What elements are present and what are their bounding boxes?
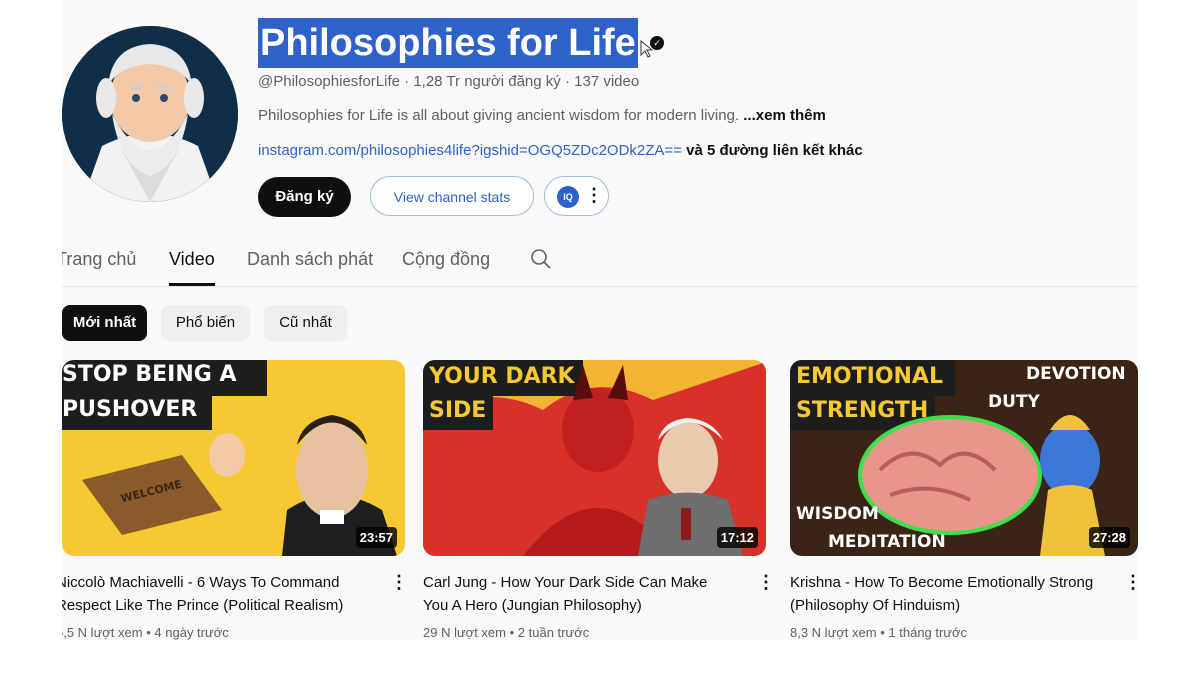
- channel-title[interactable]: Philosophies for Life: [258, 18, 638, 68]
- more-vert-icon[interactable]: ⋮: [1124, 572, 1138, 593]
- thumbnail-headline-line-2: PUSHOVER: [62, 397, 198, 422]
- description-text: Philosophies for Life is all about givin…: [258, 107, 740, 124]
- channel-tabs: Trang chủ Video Danh sách phát Cộng đồng: [62, 246, 1138, 287]
- thumbnail-headline-line-2: STRENGTH: [796, 398, 929, 423]
- video-duration: 23:57: [355, 527, 397, 548]
- video-duration: 27:28: [1088, 527, 1130, 548]
- video-age: 1 tháng trước: [888, 625, 968, 640]
- more-links[interactable]: và 5 đường liên kết khác: [686, 142, 863, 159]
- view-channel-stats-button[interactable]: View channel stats: [370, 176, 534, 216]
- meta-dot: •: [146, 625, 151, 640]
- dark-side-thumbnail-art: [423, 360, 766, 556]
- thumbnail-headline-line-1: YOUR DARK: [429, 364, 575, 389]
- more-vert-icon[interactable]: ⋮: [390, 572, 408, 593]
- video-duration: 17:12: [716, 527, 758, 548]
- channel-handle: @PhilosophiesforLife: [258, 73, 400, 90]
- mouse-cursor-icon: [640, 40, 654, 58]
- video-thumbnail[interactable]: STOP BEING A PUSHOVER WELCOME 23:57: [62, 360, 405, 556]
- chip-popular[interactable]: Phổ biến: [161, 305, 250, 341]
- meta-dot: •: [509, 625, 515, 640]
- video-age: 2 tuần trước: [517, 625, 590, 640]
- thumbnail-word-devotion: DEVOTION: [1026, 364, 1126, 384]
- channel-avatar[interactable]: [62, 26, 238, 202]
- video-thumbnail[interactable]: YOUR DARK SIDE 17:12: [423, 360, 766, 556]
- meta-dot: •: [880, 625, 885, 640]
- machiavelli-thumbnail-art: [62, 360, 405, 556]
- thumbnail-headline-line-1: EMOTIONAL: [796, 364, 943, 389]
- thumbnail-word-wisdom: WISDOM: [796, 504, 879, 524]
- channel-meta: @PhilosophiesforLife · 1,28 Tr người đăn…: [258, 73, 639, 90]
- krishna-thumbnail-art: [790, 360, 1138, 556]
- tab-playlists[interactable]: Danh sách phát: [247, 246, 373, 286]
- more-vert-icon[interactable]: ⋮: [585, 185, 603, 206]
- video-meta: 5,5 N lượt xem • 4 ngày trước: [62, 625, 229, 640]
- thumbnail-headline-line-1: STOP BEING A: [62, 362, 237, 387]
- tab-home[interactable]: Trang chủ: [62, 246, 136, 286]
- subscribe-button[interactable]: Đăng ký: [258, 177, 351, 217]
- tab-videos[interactable]: Video: [169, 246, 215, 286]
- instagram-link[interactable]: instagram.com/philosophies4life?igshid=O…: [258, 142, 682, 159]
- thumbnail-headline-line-2: SIDE: [429, 398, 487, 423]
- video-views: 29 N lượt xem: [423, 625, 506, 640]
- more-vert-icon[interactable]: ⋮: [757, 572, 775, 593]
- video-views: 5,5 N lượt xem: [62, 625, 143, 640]
- thumbnail-word-duty: DUTY: [988, 392, 1040, 412]
- meta-separator: ·: [564, 73, 570, 90]
- video-meta: 8,3 N lượt xem • 1 tháng trước: [790, 625, 967, 640]
- channel-page: Philosophies for Life ✓ @Philosophiesfor…: [62, 0, 1138, 640]
- video-meta: 29 N lượt xem • 2 tuần trước: [423, 625, 589, 640]
- video-count: 137 video: [574, 73, 640, 90]
- video-views: 8,3 N lượt xem: [790, 625, 877, 640]
- video-title[interactable]: Niccolò Machiavelli - 6 Ways To Command …: [62, 571, 366, 617]
- video-age: 4 ngày trước: [154, 625, 229, 640]
- tab-community[interactable]: Cộng đồng: [402, 246, 490, 286]
- thumbnail-word-meditation: MEDITATION: [828, 532, 946, 552]
- video-title[interactable]: Carl Jung - How Your Dark Side Can Make …: [423, 571, 733, 617]
- subscriber-count: 1,28 Tr người đăng ký: [413, 73, 561, 90]
- extension-logo-icon: IQ: [557, 186, 579, 208]
- extension-button[interactable]: IQ ⋮: [544, 176, 609, 216]
- philosopher-avatar-illustration: [62, 26, 238, 202]
- video-thumbnail[interactable]: EMOTIONAL STRENGTH DEVOTION DUTY WISDOM …: [790, 360, 1138, 556]
- channel-description[interactable]: Philosophies for Life is all about givin…: [258, 107, 826, 124]
- video-title[interactable]: Krishna - How To Become Emotionally Stro…: [790, 571, 1100, 617]
- chip-latest[interactable]: Mới nhất: [62, 305, 147, 341]
- show-more-link[interactable]: ...xem thêm: [743, 107, 826, 124]
- meta-separator: ·: [404, 73, 410, 90]
- search-icon[interactable]: [530, 248, 552, 270]
- chip-oldest[interactable]: Cũ nhất: [264, 305, 347, 341]
- channel-links: instagram.com/philosophies4life?igshid=O…: [258, 142, 863, 159]
- channel-title-wrap: Philosophies for Life: [258, 18, 638, 68]
